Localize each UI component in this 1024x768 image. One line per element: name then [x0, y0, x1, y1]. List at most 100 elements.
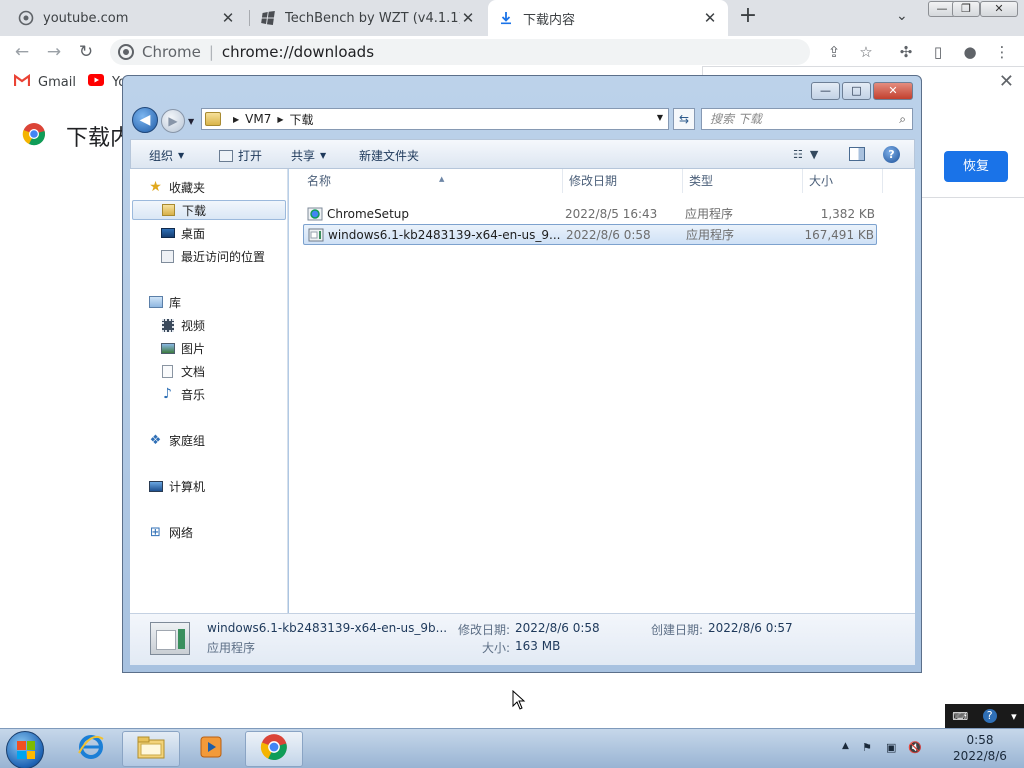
volume-muted-icon[interactable]: 🔇 [908, 741, 922, 754]
file-size: 1,382 KB [820, 206, 875, 221]
new-folder-button[interactable]: 新建文件夹 [359, 147, 419, 164]
nav-desktop[interactable]: 桌面 [160, 223, 205, 243]
taskbar-chrome[interactable] [245, 731, 303, 767]
taskbar-internet-explorer[interactable] [62, 731, 120, 767]
forward-button[interactable]: ▶ [161, 109, 185, 133]
keyboard-icon[interactable]: ⌨ [952, 710, 968, 723]
nav-pictures[interactable]: 图片 [160, 338, 205, 358]
network-icon[interactable]: ▣ [886, 741, 896, 754]
clock[interactable]: 0:58 2022/8/6 [940, 732, 1020, 764]
chevron-down-icon: ▼ [178, 151, 185, 160]
organize-label: 组织 [149, 149, 174, 163]
nav-libraries[interactable]: 库 [148, 292, 181, 312]
organize-button[interactable]: 组织 ▼ [149, 147, 184, 164]
search-icon[interactable]: ⌕ [899, 109, 906, 129]
nav-label: 视频 [181, 318, 206, 333]
nav-documents[interactable]: 文档 [160, 361, 205, 381]
reload-button[interactable]: ↻ [75, 41, 97, 63]
nav-homegroup[interactable]: ❖ 家庭组 [148, 430, 205, 450]
taskbar-explorer[interactable] [122, 731, 180, 767]
restore-button[interactable]: 恢复 [944, 151, 1008, 182]
share-button[interactable]: 共享 ▼ [291, 147, 326, 164]
homegroup-icon: ❖ [149, 432, 162, 448]
chrome-page-icon [118, 44, 134, 60]
help-icon[interactable]: ? [982, 709, 997, 723]
nav-favorites[interactable]: ★ 收藏夹 [148, 177, 205, 197]
close-window-button[interactable]: ✕ [980, 1, 1018, 17]
bookmark-youtube[interactable]: Yo [88, 74, 126, 90]
langbar-menu-icon[interactable]: ▾ [1011, 710, 1017, 723]
omnibox-url[interactable]: chrome://downloads [222, 43, 374, 61]
side-panel-icon[interactable]: ▯ [928, 42, 948, 62]
new-tab-button[interactable]: + [736, 5, 760, 29]
file-row[interactable]: ChromeSetup 2022/8/5 16:43 应用程序 1,382 KB [303, 203, 877, 224]
action-center-flag-icon[interactable]: ⚑ [862, 741, 872, 754]
tab-youtube[interactable]: youtube.com ✕ [8, 0, 246, 36]
taskbar-media-player[interactable] [182, 731, 240, 767]
tab-downloads[interactable]: 下载内容 ✕ [488, 0, 728, 36]
file-name-cell: ChromeSetup [307, 207, 409, 221]
column-header-name[interactable]: 名称 ▲ [301, 169, 563, 193]
nav-label: 收藏夹 [169, 180, 206, 195]
change-view-button[interactable]: ☷ ▼ [793, 148, 818, 161]
file-name: ChromeSetup [327, 206, 409, 221]
nav-computer[interactable]: 计算机 [148, 476, 205, 496]
bookmark-star-icon[interactable]: ☆ [856, 42, 876, 62]
nav-label: 音乐 [181, 387, 206, 402]
column-header-type[interactable]: 类型 [683, 169, 803, 193]
breadcrumb-downloads[interactable]: 下载 [290, 111, 314, 128]
nav-label: 下载 [182, 203, 207, 218]
forward-button[interactable]: → [43, 41, 65, 63]
tab-close-icon[interactable]: ✕ [460, 9, 476, 27]
help-icon[interactable]: ? [883, 146, 900, 163]
chrome-menu-icon[interactable]: ⋮ [992, 42, 1012, 62]
nav-music[interactable]: ♪ 音乐 [160, 384, 205, 404]
column-header-modified[interactable]: 修改日期 [563, 169, 683, 193]
internet-explorer-icon [77, 733, 105, 765]
gmail-icon [13, 73, 31, 91]
address-dropdown-icon[interactable]: ▼ [657, 113, 663, 122]
tab-close-icon[interactable]: ✕ [220, 9, 236, 27]
tab-close-icon[interactable]: ✕ [702, 9, 718, 27]
close-icon[interactable]: ✕ [999, 71, 1014, 92]
nav-downloads[interactable]: 下载 [132, 200, 286, 220]
restore-button[interactable]: ❐ [952, 1, 980, 17]
open-label: 打开 [238, 149, 263, 163]
minimize-button[interactable]: — [811, 82, 840, 100]
tab-search-button[interactable]: ⌄ [896, 8, 908, 24]
maximize-button[interactable]: □ [842, 82, 871, 100]
downloads-folder-icon [161, 203, 176, 217]
back-button[interactable]: ← [11, 41, 33, 63]
application-icon [150, 622, 190, 655]
nav-videos[interactable]: 视频 [160, 315, 205, 335]
refresh-button[interactable]: ⇆ [673, 108, 695, 130]
search-placeholder: 搜索 下载 [710, 112, 762, 126]
nav-label: 图片 [181, 341, 206, 356]
navigation-pane: ★ 收藏夹 下载 桌面 最近访问的位置 库 视频 图片 文档 ♪ 音乐 ❖ 家庭… [130, 169, 288, 613]
share-icon[interactable]: ⇪ [824, 42, 844, 62]
address-bar[interactable]: ▶ VM7 ▶ 下载 ▼ [201, 108, 669, 130]
preview-pane-icon[interactable] [849, 147, 865, 161]
bookmark-gmail[interactable]: Gmail [13, 73, 76, 91]
open-button[interactable]: 打开 [219, 147, 262, 164]
file-row-selected[interactable]: windows6.1-kb2483139-x64-en-us_9... 2022… [303, 224, 877, 245]
search-input[interactable]: 搜索 下载 ⌕ [701, 108, 913, 130]
omnibox-separator: | [208, 43, 214, 61]
globe-icon [18, 10, 34, 26]
show-hidden-icons-button[interactable]: ▲ [842, 741, 849, 751]
recent-pages-dropdown[interactable]: ▼ [188, 117, 194, 126]
nav-recent-places[interactable]: 最近访问的位置 [160, 246, 265, 266]
nav-label: 计算机 [169, 479, 206, 494]
close-button[interactable]: ✕ [873, 82, 913, 100]
back-button[interactable]: ◀ [132, 107, 158, 133]
start-button[interactable] [6, 731, 44, 768]
nav-network[interactable]: ⊞ 网络 [148, 522, 193, 542]
installer-icon [307, 207, 323, 221]
clock-date: 2022/8/6 [953, 749, 1007, 763]
extensions-icon[interactable]: ✣ [896, 42, 916, 62]
breadcrumb-vm7[interactable]: VM7 [245, 112, 271, 126]
profile-icon[interactable]: ● [960, 42, 980, 62]
omnibox[interactable]: Chrome | chrome://downloads [110, 39, 810, 65]
column-header-size[interactable]: 大小 [803, 169, 883, 193]
tab-techbench[interactable]: TechBench by WZT (v4.1.1) ✕ [250, 0, 486, 36]
